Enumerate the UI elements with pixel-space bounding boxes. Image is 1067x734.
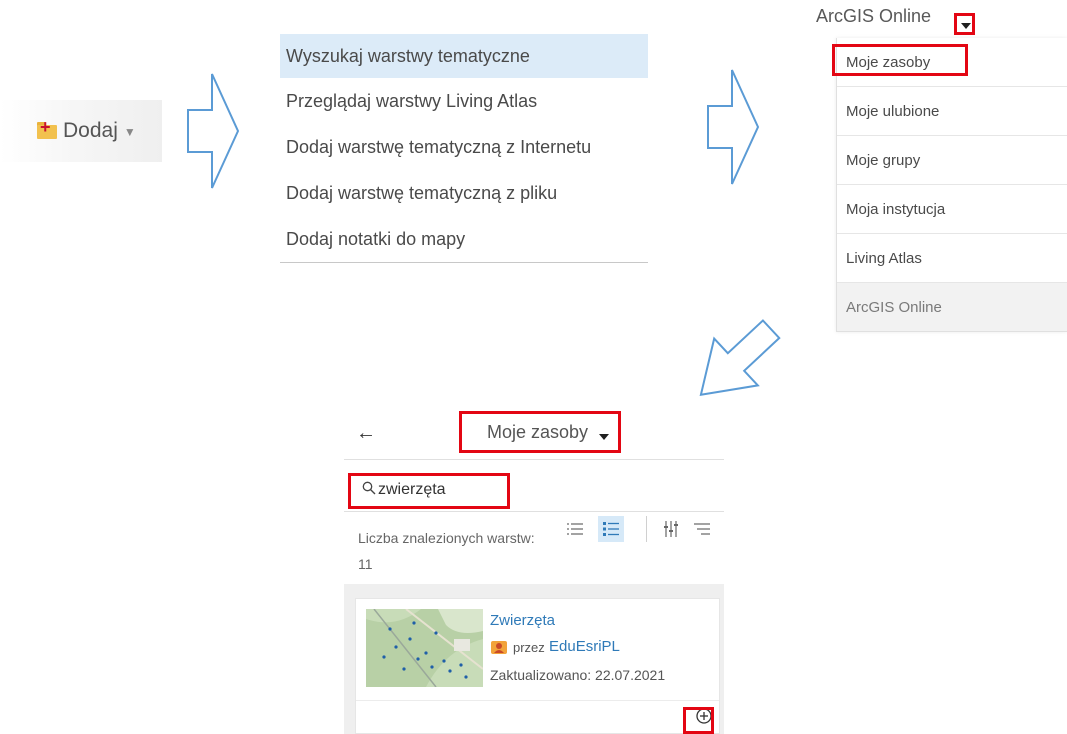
detail-view-button[interactable]: [598, 516, 624, 542]
highlight-add-button: [683, 707, 714, 734]
source-dropdown-list: Moje zasoby Moje ulubione Moje grupy Moj…: [836, 38, 1067, 332]
add-button[interactable]: + Dodaj ▼: [0, 100, 162, 162]
highlight-search-input: [348, 473, 510, 509]
right-arrow-icon: [706, 68, 760, 186]
source-item-arcgis-online[interactable]: ArcGIS Online: [837, 283, 1067, 332]
menu-item-add-map-notes[interactable]: Dodaj notatki do mapy: [280, 216, 648, 262]
result-updated: Zaktualizowano: 22.07.2021: [490, 667, 666, 683]
detail-view-icon: [603, 522, 619, 536]
chevron-down-icon: ▼: [123, 125, 136, 139]
back-arrow-icon[interactable]: ←: [356, 422, 376, 445]
source-dropdown-caret[interactable]: [954, 13, 975, 35]
right-arrow-icon: [186, 72, 240, 190]
add-menu: Wyszukaj warstwy tematyczne Przeglądaj w…: [280, 34, 648, 263]
menu-item-search-layers[interactable]: Wyszukaj warstwy tematyczne: [280, 34, 648, 78]
owner-icon: [491, 641, 507, 654]
source-item-my-groups[interactable]: Moje grupy: [837, 136, 1067, 185]
toolbar-divider: [646, 516, 647, 542]
caret-down-icon: [961, 23, 971, 29]
results-count: Liczba znalezionych warstw: 11: [358, 530, 535, 572]
menu-item-browse-living-atlas[interactable]: Przeglądaj warstwy Living Atlas: [280, 78, 648, 124]
result-card[interactable]: Zwierzęta przez EduEsriPL Zaktualizowano…: [355, 598, 720, 734]
highlight-source-title: [459, 411, 621, 453]
add-button-label: Dodaj: [63, 119, 118, 142]
card-divider: [356, 700, 719, 701]
add-layers-panel: ← Moje zasoby Liczba znalezionych warstw…: [344, 408, 724, 734]
source-item-my-favorites[interactable]: Moje ulubione: [837, 87, 1067, 136]
owner-link[interactable]: EduEsriPL: [549, 638, 620, 655]
result-thumbnail[interactable]: [366, 609, 483, 687]
filter-icon: [664, 521, 678, 537]
sort-icon: [694, 523, 710, 535]
menu-item-add-from-web[interactable]: Dodaj warstwę tematyczną z Internetu: [280, 124, 648, 170]
sort-button[interactable]: [694, 516, 724, 542]
list-view-button[interactable]: [562, 516, 588, 542]
result-title[interactable]: Zwierzęta: [490, 612, 555, 629]
plus-folder-icon: +: [37, 118, 57, 141]
highlight-my-content: [832, 44, 968, 76]
source-item-my-organization[interactable]: Moja instytucja: [837, 185, 1067, 234]
owner-prefix: przez: [513, 640, 545, 655]
source-current: ArcGIS Online: [816, 6, 932, 26]
down-left-arrow-icon: [690, 318, 790, 408]
list-view-icon: [567, 523, 583, 535]
source-dropdown-header[interactable]: ArcGIS Online: [816, 0, 1067, 36]
filter-button[interactable]: [658, 516, 684, 542]
source-item-living-atlas[interactable]: Living Atlas: [837, 234, 1067, 283]
menu-item-add-from-file[interactable]: Dodaj warstwę tematyczną z pliku: [280, 170, 648, 216]
